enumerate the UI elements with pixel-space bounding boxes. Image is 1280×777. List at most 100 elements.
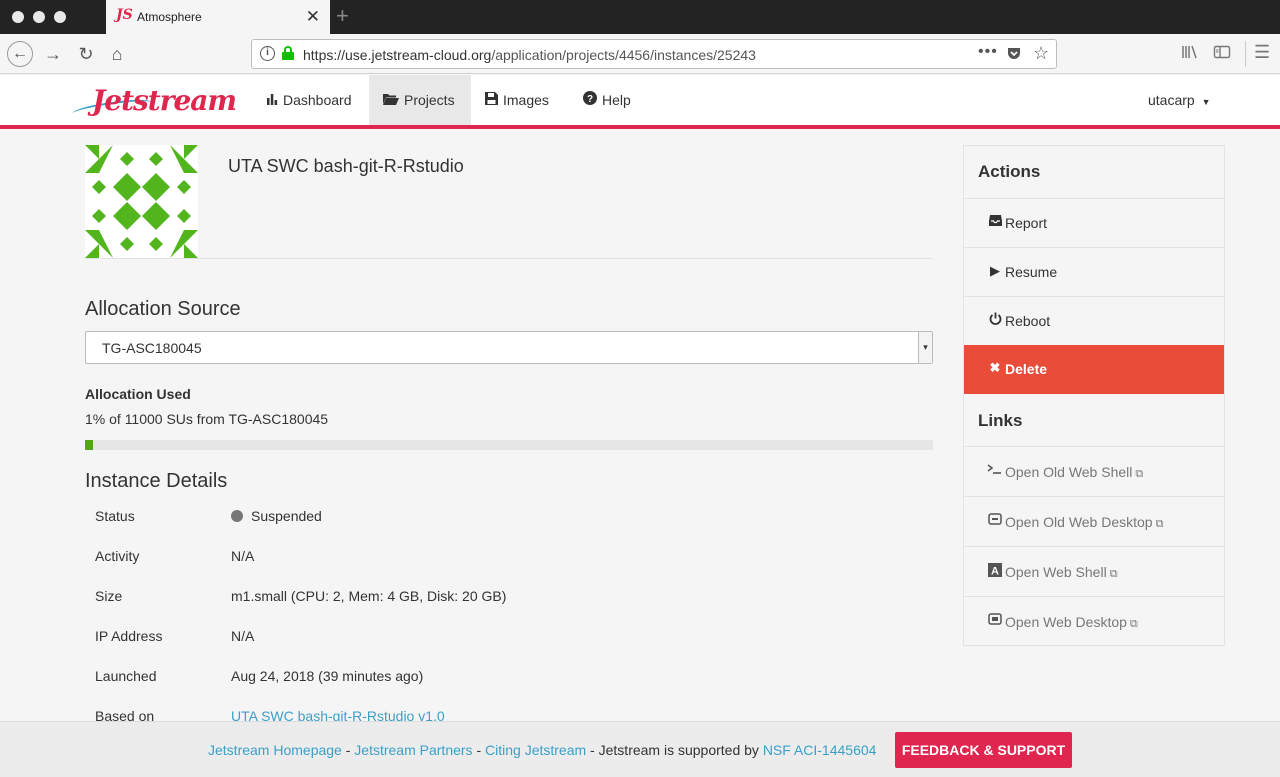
allocation-source-value: TG-ASC180045 [102, 340, 202, 356]
terminal-icon [987, 463, 1002, 478]
detail-label: IP Address [95, 628, 163, 644]
link-text: Open Old Web Shell [1005, 464, 1133, 480]
header-divider [85, 258, 933, 259]
report-button[interactable]: Report [964, 198, 1224, 247]
status-dot-icon [231, 510, 243, 522]
delete-button[interactable]: ✖ Delete [964, 345, 1224, 394]
links-heading: Links [978, 411, 1023, 430]
site-info-icon[interactable]: i [260, 46, 275, 61]
username: utacarp [1148, 92, 1195, 108]
header-accent-bar [0, 125, 1280, 129]
guacamole-shell-icon: A [987, 563, 1002, 580]
reboot-button[interactable]: Reboot [964, 296, 1224, 345]
detail-label: Status [95, 508, 135, 524]
detail-row-status: Status Suspended [85, 508, 933, 548]
url-bar[interactable]: i https://use.jetstream-cloud.org/applic… [251, 39, 1057, 69]
forward-icon[interactable]: → [40, 41, 66, 67]
instance-details-title: Instance Details [85, 470, 228, 492]
detail-value: N/A [231, 628, 255, 644]
window-maximize-icon[interactable] [54, 11, 66, 23]
resume-button[interactable]: ▶ Resume [964, 247, 1224, 296]
actions-heading: Actions [978, 162, 1041, 181]
detail-label: Launched [95, 668, 157, 684]
sidebar-toggle-icon[interactable] [1213, 44, 1231, 65]
detail-value: N/A [231, 548, 255, 564]
open-old-web-shell-label: Open Old Web Shell ⧉ [1005, 464, 1143, 481]
footer-text: Jetstream Homepage - Jetstream Partners … [208, 742, 876, 758]
actions-sidebar: Actions Report ▶ Resume Reboot ✖ Delete … [963, 145, 1225, 646]
link-text: Open Old Web Desktop [1005, 514, 1153, 530]
detail-value: m1.small (CPU: 2, Mem: 4 GB, Disk: 20 GB… [231, 588, 507, 604]
allocation-source-select[interactable]: TG-ASC180045 ▾ [85, 331, 933, 364]
url-text: https://use.jetstream-cloud.org/applicat… [303, 47, 756, 63]
new-tab-icon[interactable]: + [336, 3, 349, 29]
tab-title: Atmosphere [137, 10, 202, 24]
times-icon: ✖ [989, 360, 1001, 375]
detail-label: Based on [95, 708, 155, 721]
caret-down-icon: ▼ [1201, 97, 1211, 107]
feedback-support-button[interactable]: FEEDBACK & SUPPORT [895, 732, 1072, 768]
detail-row-size: Size m1.small (CPU: 2, Mem: 4 GB, Disk: … [85, 588, 933, 628]
report-label: Report [1005, 215, 1048, 231]
toolbar-divider [1245, 41, 1246, 67]
open-old-web-shell-link[interactable]: Open Old Web Shell ⧉ [964, 446, 1224, 496]
window-minimize-icon[interactable] [33, 11, 45, 23]
status-value: Suspended [251, 508, 322, 524]
play-icon: ▶ [990, 263, 1000, 278]
browser-tabstrip: JS Atmosphere ✕ + [0, 0, 1280, 34]
guacamole-desktop-icon [987, 613, 1002, 628]
open-old-web-desktop-link[interactable]: Open Old Web Desktop ⧉ [964, 496, 1224, 546]
nav-images[interactable]: Images [471, 75, 563, 125]
delete-label: Delete [1005, 361, 1048, 377]
logo-text: Jetstream [92, 84, 237, 117]
floppy-icon [485, 76, 498, 126]
svg-text:?: ? [587, 94, 593, 105]
home-icon[interactable]: ⌂ [104, 41, 130, 67]
tab-close-icon[interactable]: ✕ [306, 7, 320, 27]
nav-help[interactable]: ? Help [569, 75, 645, 125]
nav-projects-label: Projects [404, 92, 455, 108]
hamburger-menu-icon[interactable]: ☰ [1254, 42, 1270, 63]
allocation-progress-bar [85, 440, 933, 450]
open-web-desktop-label: Open Web Desktop ⧉ [1005, 614, 1138, 631]
pocket-icon[interactable] [1006, 45, 1022, 66]
svg-text:A: A [991, 566, 999, 578]
detail-row-activity: Activity N/A [85, 548, 933, 588]
detail-row-based-on: Based on UTA SWC bash-git-R-Rstudio v1.0 [85, 708, 933, 721]
inbox-icon [988, 214, 1002, 229]
nsf-grant-link[interactable]: NSF ACI-1445604 [763, 742, 877, 758]
allocation-progress-fill [85, 440, 94, 450]
based-on-image-link[interactable]: UTA SWC bash-git-R-Rstudio v1.0 [231, 708, 445, 721]
nav-projects[interactable]: Projects [369, 75, 471, 125]
back-icon[interactable]: ← [7, 41, 33, 67]
open-web-shell-label: Open Web Shell ⧉ [1005, 564, 1118, 581]
window-close-icon[interactable] [12, 11, 24, 23]
page-actions-icon[interactable]: ••• [978, 43, 998, 61]
footer-separator: - [341, 742, 355, 758]
jetstream-logo[interactable]: Jetstream [71, 82, 237, 124]
browser-tab[interactable]: JS Atmosphere ✕ [106, 0, 330, 34]
browser-toolbar: ← → ↻ ⌂ i https://use.jetstream-cloud.or… [0, 34, 1280, 74]
instance-name: UTA SWC bash-git-R-Rstudio [228, 156, 464, 176]
external-link-icon: ⧉ [1135, 468, 1144, 480]
external-link-icon: ⧉ [1129, 618, 1138, 630]
footer-separator: - [586, 742, 599, 758]
jetstream-partners-link[interactable]: Jetstream Partners [354, 742, 472, 758]
allocation-used-label: Allocation Used [85, 386, 191, 402]
link-text: Open Web Desktop [1005, 614, 1127, 630]
nav-help-label: Help [602, 92, 631, 108]
citing-jetstream-link[interactable]: Citing Jetstream [485, 742, 586, 758]
instance-identicon [85, 145, 198, 258]
nav-dashboard[interactable]: Dashboard [252, 75, 366, 125]
external-link-icon: ⧉ [1155, 518, 1164, 530]
jetstream-homepage-link[interactable]: Jetstream Homepage [208, 742, 342, 758]
power-icon [988, 312, 1002, 328]
library-icon[interactable] [1181, 44, 1199, 65]
user-menu[interactable]: utacarp ▼ [1148, 92, 1211, 108]
open-web-shell-link[interactable]: A Open Web Shell ⧉ [964, 546, 1224, 596]
bookmark-star-icon[interactable]: ☆ [1033, 43, 1049, 64]
detail-label: Size [95, 588, 123, 604]
open-web-desktop-link[interactable]: Open Web Desktop ⧉ [964, 596, 1224, 646]
reload-icon[interactable]: ↻ [73, 41, 99, 67]
resume-label: Resume [1005, 264, 1058, 280]
